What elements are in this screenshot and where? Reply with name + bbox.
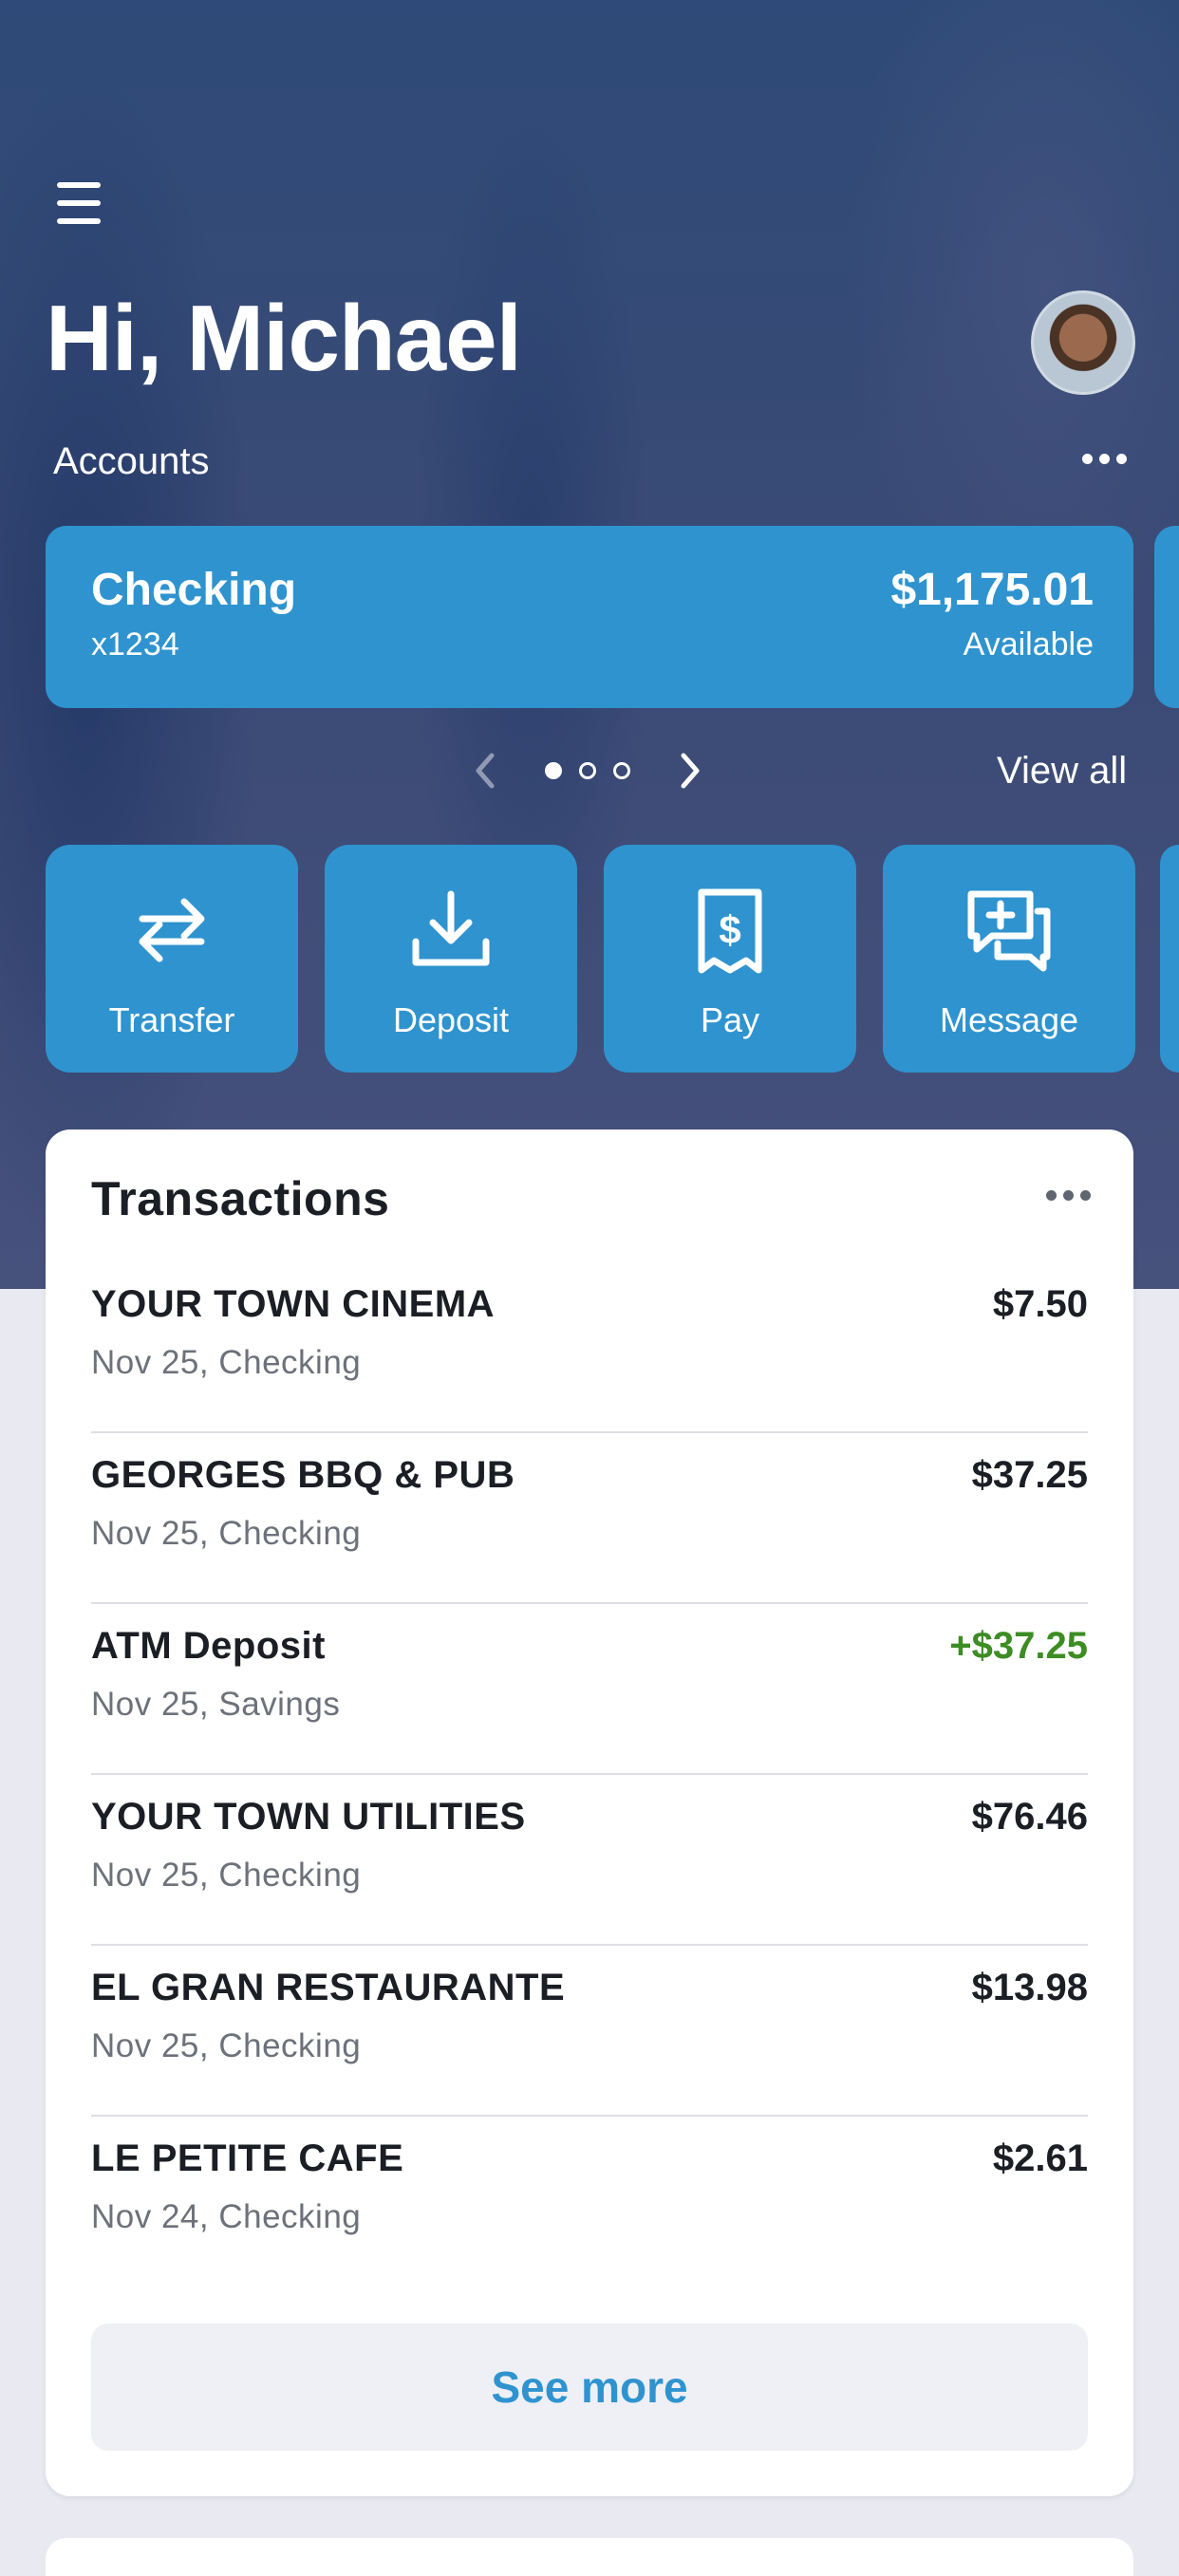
transfer-button[interactable]: Transfer <box>46 845 298 1073</box>
transaction-amount: $2.61 <box>992 2137 1088 2179</box>
more-icon <box>1046 1190 1057 1201</box>
account-balance-label: Available <box>963 626 1094 663</box>
pay-label: Pay <box>700 1000 760 1039</box>
message-label: Message <box>939 1000 1079 1039</box>
deposit-button[interactable]: Deposit <box>325 845 577 1073</box>
next-account-button[interactable] <box>672 750 706 792</box>
page-indicator-1 <box>545 762 562 779</box>
transaction-name: YOUR TOWN CINEMA <box>91 1283 496 1325</box>
more-icon <box>1082 454 1093 464</box>
transaction-details: Nov 25, Checking <box>91 1857 362 1894</box>
next-account-card[interactable] <box>1154 526 1179 708</box>
deposit-label: Deposit <box>392 1000 510 1039</box>
transaction-row[interactable]: EL GRAN RESTAURANTE Nov 25, Checking $13… <box>91 1944 1088 2117</box>
menu-button[interactable] <box>55 182 104 224</box>
transaction-amount: $37.25 <box>971 1454 1088 1496</box>
transaction-row[interactable]: GEORGES BBQ & PUB Nov 25, Checking $37.2… <box>91 1431 1088 1604</box>
transaction-amount: $13.98 <box>971 1967 1088 2008</box>
transaction-amount: +$37.25 <box>949 1625 1088 1667</box>
pay-button[interactable]: $ Pay <box>604 845 856 1073</box>
deposit-icon <box>412 890 490 966</box>
menu-icon <box>57 182 101 188</box>
transaction-row[interactable]: YOUR TOWN CINEMA Nov 25, Checking $7.50 <box>91 1260 1088 1433</box>
account-balance: $1,175.01 <box>890 565 1094 615</box>
pay-icon: $ <box>698 888 762 974</box>
transaction-details: Nov 24, Checking <box>91 2198 362 2235</box>
transaction-amount: $76.46 <box>971 1796 1088 1838</box>
account-card-checking[interactable]: Checking x1234 $1,175.01 Available <box>46 526 1133 708</box>
transaction-details: Nov 25, Checking <box>91 2027 362 2064</box>
accounts-label: Accounts <box>53 440 210 482</box>
svg-text:$: $ <box>719 907 740 952</box>
transfer-label: Transfer <box>108 1000 235 1039</box>
transactions-more-button[interactable] <box>1046 1190 1091 1201</box>
accounts-more-button[interactable] <box>1082 454 1127 464</box>
see-more-button[interactable]: See more <box>91 2324 1088 2451</box>
transaction-row[interactable]: YOUR TOWN UTILITIES Nov 25, Checking $76… <box>91 1773 1088 1946</box>
transaction-name: GEORGES BBQ & PUB <box>91 1454 515 1496</box>
transactions-card: Transactions YOUR TOWN CINEMA Nov 25, Ch… <box>46 1129 1133 2496</box>
transaction-details: Nov 25, Savings <box>91 1686 341 1723</box>
view-all-link[interactable]: View all <box>997 750 1127 793</box>
transaction-row[interactable]: ATM Deposit Nov 25, Savings +$37.25 <box>91 1602 1088 1775</box>
transaction-name: ATM Deposit <box>91 1625 326 1667</box>
message-button[interactable]: Message <box>883 845 1135 1073</box>
greeting: Hi, Michael <box>46 286 522 390</box>
transactions-title: Transactions <box>91 1172 390 1225</box>
transaction-details: Nov 25, Checking <box>91 1344 362 1381</box>
page-indicator-2 <box>579 762 596 779</box>
transaction-amount: $7.50 <box>992 1283 1088 1325</box>
next-action-button[interactable] <box>1160 845 1179 1073</box>
message-icon <box>967 890 1051 972</box>
transaction-details: Nov 25, Checking <box>91 1515 362 1552</box>
previous-account-button[interactable] <box>469 750 503 792</box>
transaction-row[interactable]: LE PETITE CAFE Nov 24, Checking $2.61 <box>91 2115 1088 2286</box>
next-section-card <box>46 2538 1133 2576</box>
account-number: x1234 <box>91 626 179 663</box>
transfer-icon <box>139 898 205 962</box>
transaction-name: LE PETITE CAFE <box>91 2137 404 2179</box>
avatar[interactable] <box>1031 290 1135 395</box>
account-name: Checking <box>91 565 297 615</box>
transaction-name: YOUR TOWN UTILITIES <box>91 1796 526 1838</box>
page-indicator-3 <box>613 762 630 779</box>
transaction-name: EL GRAN RESTAURANTE <box>91 1967 566 2008</box>
